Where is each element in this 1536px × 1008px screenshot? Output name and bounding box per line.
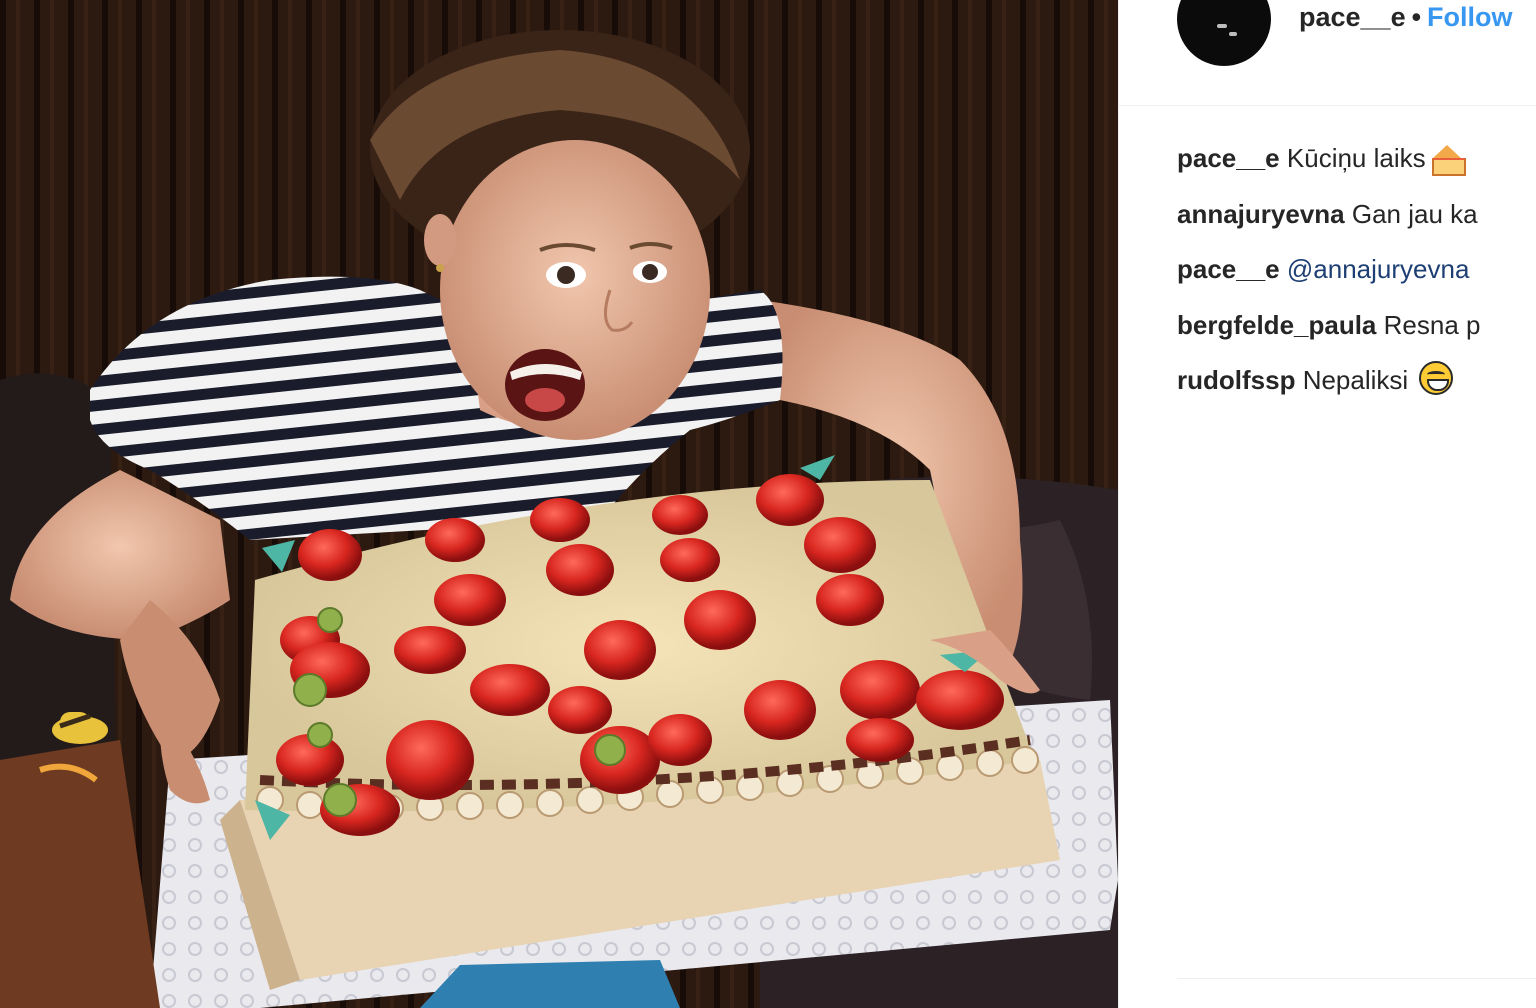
comment-item: annajuryevna Gan jau ka — [1177, 194, 1536, 250]
comment-item: rudolfssp Nepaliksi — [1177, 360, 1536, 416]
cake-icon — [1430, 139, 1466, 176]
separator-dot: • — [1411, 2, 1422, 32]
comment-username[interactable]: pace__e — [1177, 143, 1280, 173]
avatar[interactable] — [1177, 0, 1271, 66]
post-header: pace__e • Follow — [1119, 0, 1536, 106]
comment-username[interactable]: pace__e — [1177, 254, 1280, 284]
comment-text: Nepaliksi — [1302, 365, 1409, 395]
comment-caption: pace__e Kūciņu laiks — [1177, 138, 1536, 194]
grin-icon — [1419, 361, 1454, 395]
comment-list: pace__e Kūciņu laiks annajuryevna Gan ja… — [1177, 138, 1536, 416]
comment-username[interactable]: rudolfssp — [1177, 365, 1295, 395]
photo-illustration — [0, 0, 1118, 1008]
comment-text: Resna p — [1383, 309, 1481, 340]
comment-username[interactable]: annajuryevna — [1177, 199, 1345, 229]
divider — [1177, 978, 1536, 979]
comment-item: bergfelde_paula Resna p — [1177, 305, 1536, 361]
comment-item: pace__e @annajuryevna — [1177, 249, 1536, 305]
post-photo[interactable] — [0, 0, 1118, 1008]
comment-text: Kūciņu laiks — [1286, 143, 1426, 173]
comment-text: Gan jau ka — [1351, 198, 1478, 229]
post-side-panel: pace__e • Follow pace__e Kūciņu laiks anna… — [1118, 0, 1536, 1008]
header-username[interactable]: pace__e — [1299, 2, 1406, 32]
comment-mention-link[interactable]: @annajuryevna — [1287, 254, 1470, 284]
instagram-post: pace__e • Follow pace__e Kūciņu laiks anna… — [0, 0, 1536, 1008]
header-user-row: pace__e • Follow — [1299, 2, 1513, 33]
comment-username[interactable]: bergfelde_paula — [1177, 310, 1376, 340]
follow-button[interactable]: Follow — [1427, 2, 1512, 32]
